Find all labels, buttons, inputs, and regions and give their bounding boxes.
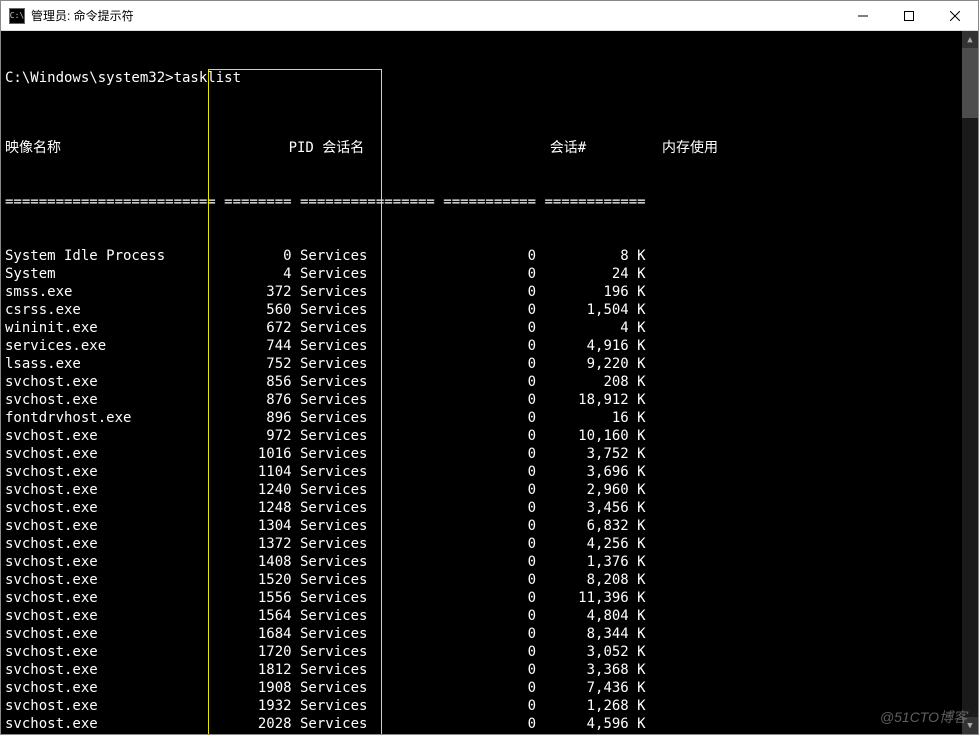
process-row: svchost.exe 1016 Services 0 3,752 K [5, 445, 974, 463]
titlebar[interactable]: C:\ 管理员: 命令提示符 [1, 1, 978, 31]
process-row: svchost.exe 1684 Services 0 8,344 K [5, 625, 974, 643]
close-icon [950, 11, 960, 21]
scroll-thumb[interactable] [962, 48, 978, 118]
process-row: svchost.exe 972 Services 0 10,160 K [5, 427, 974, 445]
minimize-icon [858, 11, 868, 21]
process-row: fontdrvhost.exe 896 Services 0 16 K [5, 409, 974, 427]
process-row: svchost.exe 1908 Services 0 7,436 K [5, 679, 974, 697]
watermark: @51CTO博客 [880, 707, 967, 727]
prompt: C:\Windows\system32> [5, 70, 174, 86]
process-row: System Idle Process 0 Services 0 8 K [5, 247, 974, 265]
process-row: svchost.exe 2028 Services 0 4,596 K [5, 715, 974, 733]
scroll-up-button[interactable]: ▲ [962, 31, 978, 48]
process-row: services.exe 744 Services 0 4,916 K [5, 337, 974, 355]
process-row: smss.exe 372 Services 0 196 K [5, 283, 974, 301]
process-row: svchost.exe 2036 Services 0 2,720 K [5, 733, 974, 734]
process-row: System 4 Services 0 24 K [5, 265, 974, 283]
process-row: lsass.exe 752 Services 0 9,220 K [5, 355, 974, 373]
window-controls [840, 1, 978, 30]
process-row: svchost.exe 1104 Services 0 3,696 K [5, 463, 974, 481]
process-row: svchost.exe 1556 Services 0 11,396 K [5, 589, 974, 607]
process-row: svchost.exe 856 Services 0 208 K [5, 373, 974, 391]
minimize-button[interactable] [840, 1, 886, 30]
process-row: svchost.exe 1720 Services 0 3,052 K [5, 643, 974, 661]
process-row: svchost.exe 1812 Services 0 3,368 K [5, 661, 974, 679]
cmd-icon: C:\ [9, 8, 25, 24]
window-title: 管理员: 命令提示符 [31, 7, 840, 24]
vertical-scrollbar[interactable]: ▲ ▼ [962, 31, 978, 734]
process-row: svchost.exe 1408 Services 0 1,376 K [5, 553, 974, 571]
process-row: svchost.exe 876 Services 0 18,912 K [5, 391, 974, 409]
process-rows: System Idle Process 0 Services 0 8 KSyst… [5, 247, 974, 734]
process-row: svchost.exe 1248 Services 0 3,456 K [5, 499, 974, 517]
maximize-icon [904, 11, 914, 21]
process-row: svchost.exe 1240 Services 0 2,960 K [5, 481, 974, 499]
close-button[interactable] [932, 1, 978, 30]
command: tasklist [174, 70, 241, 86]
process-row: csrss.exe 560 Services 0 1,504 K [5, 301, 974, 319]
maximize-button[interactable] [886, 1, 932, 30]
process-row: wininit.exe 672 Services 0 4 K [5, 319, 974, 337]
process-row: svchost.exe 1520 Services 0 8,208 K [5, 571, 974, 589]
process-row: svchost.exe 1372 Services 0 4,256 K [5, 535, 974, 553]
terminal-output[interactable]: C:\Windows\system32>tasklist 映像名称 PID 会话… [1, 31, 978, 734]
column-headers: 映像名称 PID 会话名 会话# 内存使用 [5, 139, 974, 157]
console-window: C:\ 管理员: 命令提示符 C:\Windows\system32>taskl… [0, 0, 979, 735]
process-row: svchost.exe 1564 Services 0 4,804 K [5, 607, 974, 625]
prompt-line: C:\Windows\system32>tasklist [5, 69, 974, 87]
process-row: svchost.exe 1932 Services 0 1,268 K [5, 697, 974, 715]
process-row: svchost.exe 1304 Services 0 6,832 K [5, 517, 974, 535]
column-separator: ========================= ======== =====… [5, 193, 974, 211]
